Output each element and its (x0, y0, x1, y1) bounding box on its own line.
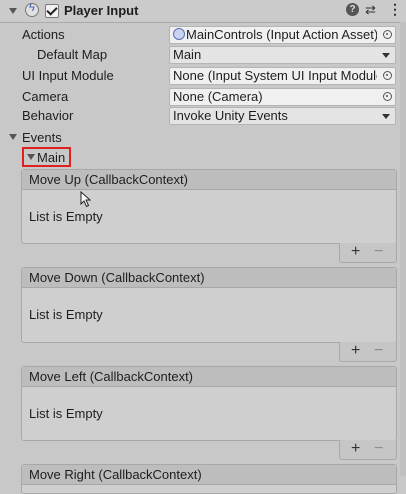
empty-list-text: List is Empty (29, 209, 103, 224)
component-title: Player Input (64, 3, 139, 18)
list-footer: + − (339, 440, 397, 460)
default-map-dropdown[interactable]: Main (169, 46, 396, 64)
default-map-label: Default Map (37, 47, 108, 62)
lightning-script-icon: ϟ (25, 2, 39, 17)
default-map-value: Main (173, 47, 202, 62)
add-button[interactable]: + (351, 243, 360, 261)
chevron-down-icon (382, 114, 390, 119)
event-title: Move Right (CallbackContext) (29, 467, 202, 482)
camera-field[interactable]: None (Camera) (169, 88, 396, 106)
main-group-label[interactable]: Main (37, 150, 65, 165)
input-action-asset-icon (173, 28, 185, 40)
event-panel-header: Move Up (CallbackContext) (22, 170, 396, 190)
event-title: Move Down (CallbackContext) (29, 270, 205, 285)
object-picker-icon[interactable] (383, 30, 392, 39)
empty-list-text: List is Empty (29, 406, 103, 421)
event-panel-header: Move Right (CallbackContext) (22, 465, 396, 485)
camera-label: Camera (22, 89, 69, 104)
foldout-arrow-icon[interactable] (9, 8, 17, 14)
object-picker-icon[interactable] (383, 71, 392, 80)
behavior-dropdown[interactable]: Invoke Unity Events (169, 107, 396, 125)
events-foldout-icon[interactable] (9, 134, 17, 140)
ui-input-module-value: None (Input System UI Input Module) (173, 68, 377, 83)
event-title: Move Left (CallbackContext) (29, 369, 194, 384)
add-button[interactable]: + (351, 440, 360, 458)
event-panel-header: Move Down (CallbackContext) (22, 268, 396, 288)
remove-button[interactable]: − (374, 342, 383, 360)
main-foldout-icon[interactable] (27, 154, 35, 160)
component-header: ϟ Player Input ? ⇄ ⋮ (0, 0, 406, 23)
add-button[interactable]: + (351, 342, 360, 360)
scrollbar-track[interactable] (400, 22, 406, 476)
event-panel-move-left: Move Left (CallbackContext) List is Empt… (21, 366, 397, 441)
event-panel-move-up: Move Up (CallbackContext) List is Empty (21, 169, 397, 244)
mouse-cursor-icon (80, 191, 92, 208)
remove-button[interactable]: − (374, 440, 383, 458)
actions-value: MainControls (Input Action Asset) (186, 27, 377, 42)
event-panel-move-down: Move Down (CallbackContext) List is Empt… (21, 267, 397, 343)
behavior-label: Behavior (22, 108, 74, 123)
events-label[interactable]: Events (22, 130, 62, 145)
list-footer: + − (339, 243, 397, 263)
ui-input-module-field[interactable]: None (Input System UI Input Module) (169, 67, 396, 85)
enable-checkbox[interactable] (45, 4, 59, 18)
empty-list-text: List is Empty (29, 307, 103, 322)
presets-icon[interactable]: ⇄ (365, 2, 376, 18)
behavior-value: Invoke Unity Events (173, 108, 288, 123)
actions-label: Actions (22, 27, 65, 42)
actions-field[interactable]: MainControls (Input Action Asset) (169, 26, 396, 44)
event-title: Move Up (CallbackContext) (29, 172, 188, 187)
ui-input-module-label: UI Input Module (22, 68, 114, 83)
camera-value: None (Camera) (173, 89, 263, 104)
object-picker-icon[interactable] (383, 92, 392, 101)
more-options-icon[interactable]: ⋮ (388, 1, 402, 18)
remove-button[interactable]: − (374, 243, 383, 261)
chevron-down-icon (382, 53, 390, 58)
list-footer: + − (339, 342, 397, 362)
help-icon[interactable]: ? (346, 3, 359, 16)
event-panel-header: Move Left (CallbackContext) (22, 367, 396, 387)
event-panel-move-right: Move Right (CallbackContext) (21, 464, 397, 494)
